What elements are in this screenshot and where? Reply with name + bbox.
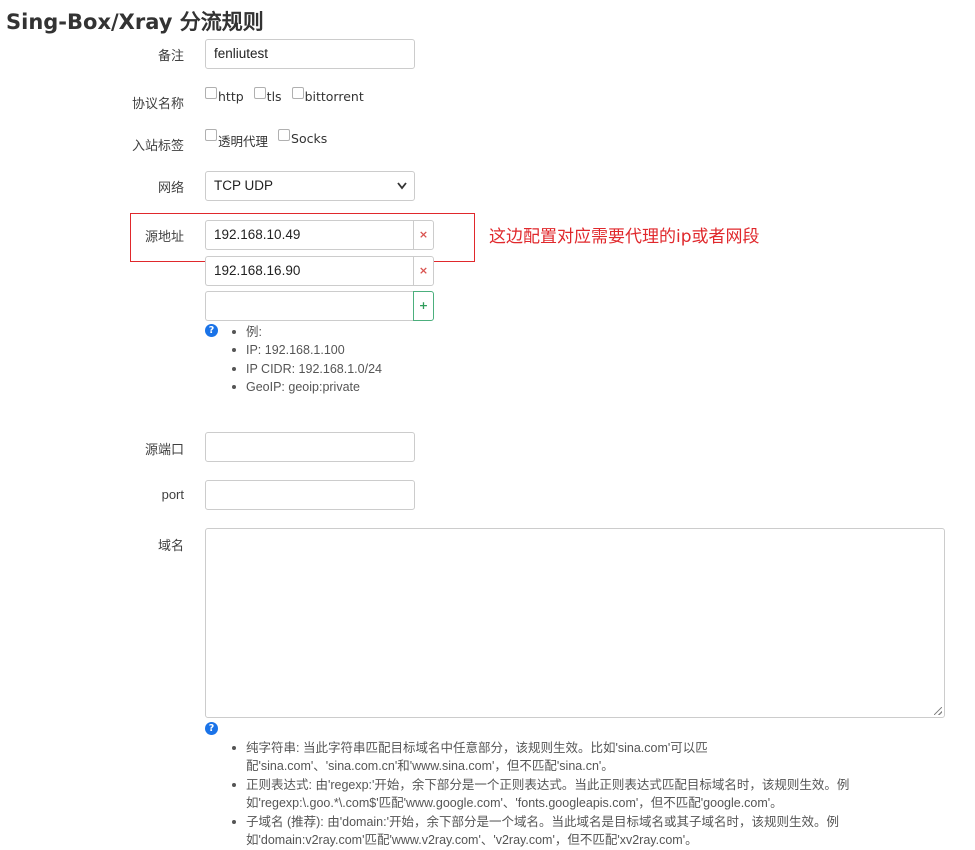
source-row: + bbox=[205, 291, 434, 321]
resize-handle[interactable] bbox=[934, 707, 942, 715]
inbound-label: 入站标签 bbox=[131, 139, 184, 154]
protocol-label: 协议名称 bbox=[131, 97, 184, 112]
checkbox[interactable] bbox=[278, 129, 291, 141]
remarks-input[interactable]: fenliutest bbox=[205, 39, 415, 69]
help-line: 正则表达式: 由'regexp:'开始，余下部分是一个正则表达式。当此正则表达式… bbox=[246, 778, 850, 792]
port-label: port bbox=[161, 487, 184, 502]
source-row: 192.168.10.49 × bbox=[205, 220, 434, 250]
source-help-list: 例: IP: 192.168.1.100 IP CIDR: 192.168.1.… bbox=[230, 323, 382, 396]
source-input[interactable]: 192.168.10.49 bbox=[205, 220, 414, 250]
annotation-note: 这边配置对应需要代理的ip或者网段 bbox=[489, 227, 760, 247]
add-button[interactable]: + bbox=[413, 291, 434, 321]
protocol-checkboxes: http tls bittorrent bbox=[205, 87, 374, 104]
source-port-label: 源端口 bbox=[144, 443, 184, 458]
list-item: 例: bbox=[230, 323, 382, 341]
checkbox[interactable] bbox=[291, 87, 304, 99]
list-item: GeoIP: geoip:private bbox=[230, 378, 382, 396]
checkbox-label: http bbox=[218, 89, 244, 104]
inbound-option-socks[interactable]: Socks bbox=[278, 129, 328, 146]
network-select-value: TCP UDP bbox=[214, 178, 274, 193]
help-icon[interactable]: ? bbox=[205, 722, 218, 735]
source-input[interactable] bbox=[205, 291, 414, 321]
source-input[interactable]: 192.168.16.90 bbox=[205, 256, 414, 286]
page-title: Sing-Box/Xray 分流规则 bbox=[6, 10, 264, 34]
help-line: 子域名 (推荐): 由'domain:'开始，余下部分是一个域名。当此域名是目标… bbox=[246, 815, 839, 829]
checkbox[interactable] bbox=[205, 87, 217, 99]
checkbox-label: 透明代理 bbox=[218, 134, 269, 149]
source-label: 源地址 bbox=[144, 230, 184, 245]
inbound-checkboxes: 透明代理 Socks bbox=[205, 129, 337, 150]
domain-help-list: 纯字符串: 当此字符串匹配目标域名中任意部分，该规则生效。比如'sina.com… bbox=[230, 739, 849, 850]
remove-button[interactable]: × bbox=[413, 220, 434, 250]
list-item: IP CIDR: 192.168.1.0/24 bbox=[230, 360, 382, 378]
network-select[interactable]: TCP UDP bbox=[205, 171, 415, 201]
remove-button[interactable]: × bbox=[413, 256, 434, 286]
help-line: 纯字符串: 当此字符串匹配目标域名中任意部分，该规则生效。比如'sina.com… bbox=[246, 741, 708, 755]
source-row: 192.168.16.90 × bbox=[205, 256, 434, 286]
checkbox[interactable] bbox=[205, 129, 217, 141]
domain-label: 域名 bbox=[157, 539, 184, 554]
chevron-down-icon bbox=[396, 172, 408, 210]
list-item: 正则表达式: 由'regexp:'开始，余下部分是一个正则表达式。当此正则表达式… bbox=[230, 776, 849, 812]
checkbox[interactable] bbox=[253, 87, 266, 99]
protocol-option-tls[interactable]: tls bbox=[253, 87, 282, 104]
port-input[interactable] bbox=[205, 480, 415, 510]
help-line: 如'domain:v2ray.com'匹配'www.v2ray.com'、'v2… bbox=[246, 833, 698, 847]
list-item: 纯字符串: 当此字符串匹配目标域名中任意部分，该规则生效。比如'sina.com… bbox=[230, 739, 849, 775]
inbound-option-transparent-proxy[interactable]: 透明代理 bbox=[205, 129, 269, 150]
domain-textarea[interactable] bbox=[205, 528, 945, 718]
list-item: IP: 192.168.1.100 bbox=[230, 341, 382, 359]
help-icon[interactable]: ? bbox=[205, 324, 218, 337]
checkbox-label: Socks bbox=[291, 131, 328, 146]
network-label: 网络 bbox=[157, 181, 184, 196]
help-line: 如'regexp:\.goo.*\.com$'匹配'www.google.com… bbox=[246, 796, 783, 810]
protocol-option-http[interactable]: http bbox=[205, 87, 244, 104]
help-line: 配'sina.com'、'sina.com.cn'和'www.sina.com'… bbox=[246, 759, 614, 773]
remarks-label: 备注 bbox=[157, 49, 184, 64]
protocol-option-bittorrent[interactable]: bittorrent bbox=[291, 87, 364, 104]
source-port-input[interactable] bbox=[205, 432, 415, 462]
checkbox-label: bittorrent bbox=[304, 89, 364, 104]
list-item: 子域名 (推荐): 由'domain:'开始，余下部分是一个域名。当此域名是目标… bbox=[230, 813, 849, 849]
checkbox-label: tls bbox=[266, 89, 282, 104]
